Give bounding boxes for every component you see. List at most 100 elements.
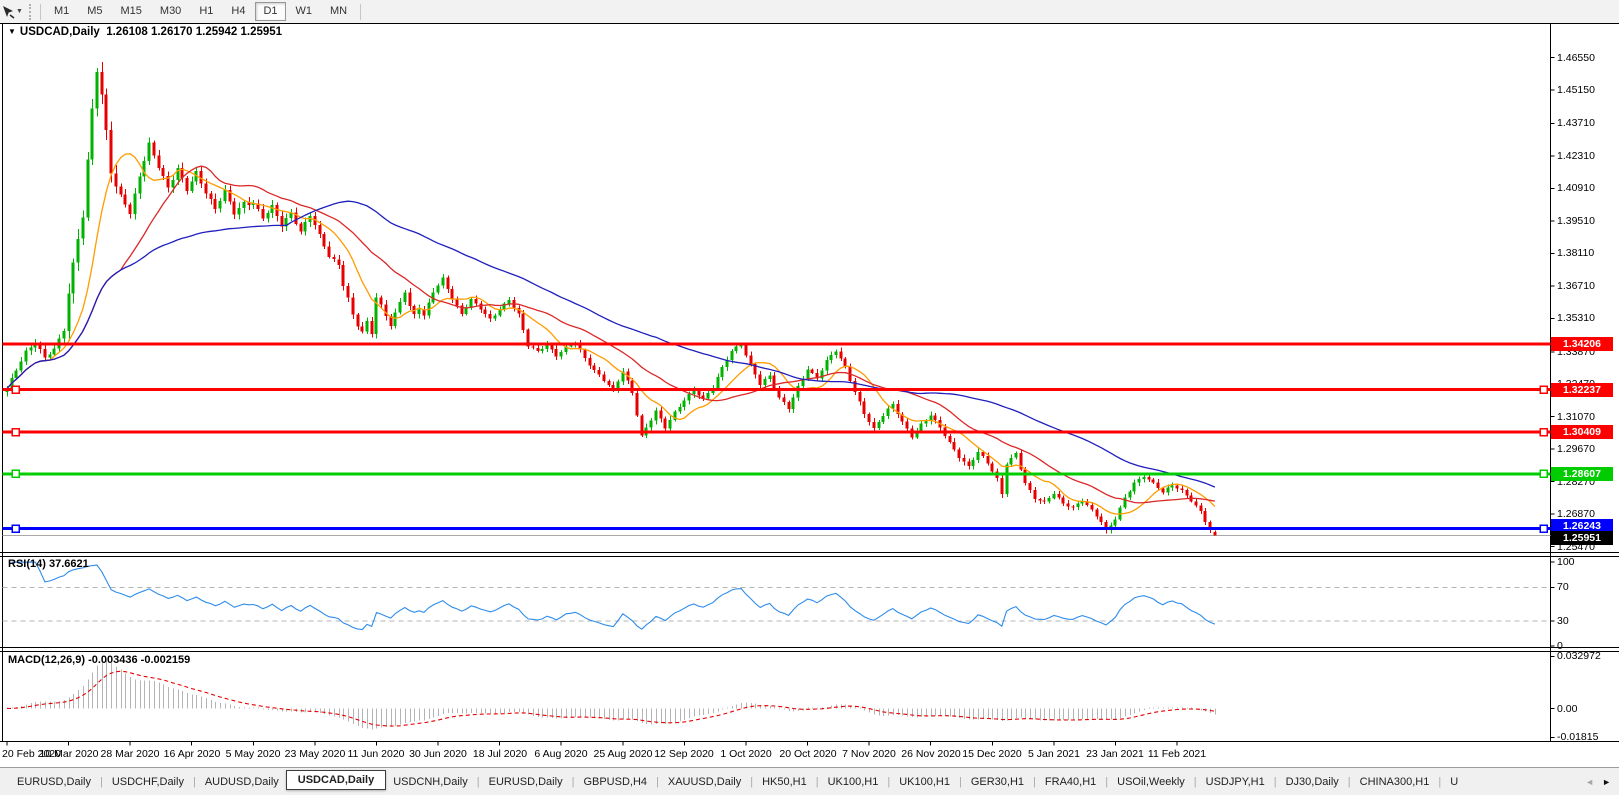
tab-separator: | — [750, 776, 753, 788]
price-axis-label: 1.39510 — [1557, 215, 1595, 227]
chart-ohlc-values: 1.26108 1.26170 1.25942 1.25951 — [106, 26, 282, 38]
tab-separator: | — [572, 776, 575, 788]
price-level-badge: 1.32237 — [1551, 383, 1613, 397]
date-label: 16 Apr 2020 — [164, 748, 221, 760]
macd-label: MACD(12,26,9) -0.003436 -0.002159 — [8, 654, 190, 666]
chart-symbol-label: USDCAD,Daily — [20, 26, 100, 38]
current-price-badge: 1.25951 — [1551, 531, 1613, 545]
tab-item[interactable]: XAUUSD,Daily — [661, 772, 748, 792]
tab-item[interactable]: USOil,Weekly — [1110, 772, 1192, 792]
tab-separator: | — [1194, 776, 1197, 788]
date-label: 7 Nov 2020 — [842, 748, 896, 760]
date-label: 18 Jul 2020 — [473, 748, 527, 760]
tab-separator: | — [1033, 776, 1036, 788]
macd-axis-label: 0.00 — [1557, 703, 1577, 715]
timeframe-m5[interactable]: M5 — [79, 2, 110, 21]
tab-separator: | — [1274, 776, 1277, 788]
tab-item[interactable]: U — [1443, 772, 1465, 792]
mt4-window: ▼ M1 M5 M15 M30 H1 H4 D1 W1 MN ▼ USDCAD,D… — [0, 0, 1619, 795]
tab-item[interactable]: AUDUSD,Daily — [198, 772, 286, 792]
tab-separator: | — [959, 776, 962, 788]
date-label: 11 Feb 2021 — [1148, 748, 1206, 760]
price-axis-label: 1.45150 — [1557, 84, 1595, 96]
tab-scroll-arrows: ◄ ► — [1579, 768, 1619, 795]
date-label: 30 Jun 2020 — [409, 748, 467, 760]
date-label: 15 Dec 2020 — [962, 748, 1022, 760]
tab-scroll-right-icon[interactable]: ► — [1602, 777, 1611, 787]
symbol-tabbar: EURUSD,Daily|USDCHF,Daily|AUDUSD,DailyUS… — [0, 767, 1619, 795]
tab-separator: | — [100, 776, 103, 788]
tab-separator: | — [193, 776, 196, 788]
tab-separator: | — [1105, 776, 1108, 788]
toolbar-grip[interactable] — [29, 4, 31, 20]
date-label: 20 Oct 2020 — [779, 748, 836, 760]
tab-item[interactable]: USDCNH,Daily — [386, 772, 475, 792]
tab-separator: | — [816, 776, 819, 788]
price-level-badge: 1.30409 — [1551, 425, 1613, 439]
price-axis-label: 1.31070 — [1557, 411, 1595, 423]
tab-item[interactable]: EURUSD,Daily — [482, 772, 570, 792]
chart-title: ▼ USDCAD,Daily 1.26108 1.26170 1.25942 1.… — [8, 26, 282, 38]
cursor-tool-icon[interactable] — [1, 5, 15, 19]
tab-item[interactable]: CHINA300,H1 — [1353, 772, 1437, 792]
chart-title-caret-icon: ▼ — [8, 27, 16, 36]
price-axis-label: 1.35310 — [1557, 312, 1595, 324]
tab-item-active[interactable]: USDCAD,Daily — [286, 770, 386, 790]
rsi-axis-label: 100 — [1557, 556, 1575, 568]
timeframe-m1[interactable]: M1 — [46, 2, 77, 21]
date-label: 1 Oct 2020 — [720, 748, 771, 760]
rsi-axis-label: 30 — [1557, 615, 1569, 627]
tab-item[interactable]: USDJPY,H1 — [1199, 772, 1272, 792]
toolbar-separator — [40, 4, 41, 20]
timeframe-w1[interactable]: W1 — [288, 2, 321, 21]
date-label: 5 May 2020 — [226, 748, 281, 760]
timeframe-m30[interactable]: M30 — [152, 2, 189, 21]
macd-axis-label: -0.01815 — [1557, 731, 1598, 743]
tab-item[interactable]: UK100,H1 — [892, 772, 957, 792]
timeframe-d1[interactable]: D1 — [255, 2, 285, 21]
cursor-glyph — [1, 5, 15, 19]
date-label: 11 Jun 2020 — [347, 748, 404, 760]
price-level-badge: 1.34206 — [1551, 337, 1613, 351]
date-label: 23 May 2020 — [285, 748, 346, 760]
toolbar-separator — [360, 4, 361, 20]
price-axis-label: 1.43710 — [1557, 117, 1595, 129]
price-axis-label: 1.36710 — [1557, 280, 1595, 292]
date-label: 10 Mar 2020 — [40, 748, 99, 760]
rsi-label: RSI(14) 37.6621 — [8, 558, 89, 570]
toolbar-dropdown-caret-icon[interactable]: ▼ — [16, 8, 23, 15]
top-toolbar: ▼ M1 M5 M15 M30 H1 H4 D1 W1 MN — [0, 0, 1619, 23]
tab-item[interactable]: HK50,H1 — [755, 772, 814, 792]
tab-separator: | — [1348, 776, 1351, 788]
tab-item[interactable]: UK100,H1 — [821, 772, 886, 792]
tab-separator: | — [477, 776, 480, 788]
price-axis-label: 1.29670 — [1557, 443, 1595, 455]
timeframe-h1[interactable]: H1 — [191, 2, 221, 21]
tab-item[interactable]: GBPUSD,H4 — [576, 772, 654, 792]
tab-item[interactable]: USDCHF,Daily — [105, 772, 191, 792]
tab-separator: | — [1438, 776, 1441, 788]
date-label: 25 Aug 2020 — [594, 748, 653, 760]
date-label: 23 Jan 2021 — [1086, 748, 1144, 760]
price-axis-label: 1.46550 — [1557, 52, 1595, 64]
date-label: 6 Aug 2020 — [534, 748, 587, 760]
tab-separator: | — [887, 776, 890, 788]
date-label: 5 Jan 2021 — [1028, 748, 1080, 760]
date-label: 12 Sep 2020 — [654, 748, 714, 760]
tab-separator: | — [656, 776, 659, 788]
tab-item[interactable]: FRA40,H1 — [1038, 772, 1103, 792]
tab-item[interactable]: GER30,H1 — [964, 772, 1031, 792]
price-axis-label: 1.40910 — [1557, 182, 1595, 194]
date-label: 28 Mar 2020 — [101, 748, 160, 760]
date-label: 26 Nov 2020 — [901, 748, 961, 760]
tab-item[interactable]: EURUSD,Daily — [10, 772, 98, 792]
price-axis-label: 1.38110 — [1557, 247, 1594, 259]
macd-axis-label: 0.032972 — [1557, 650, 1601, 662]
timeframe-m15[interactable]: M15 — [113, 2, 150, 21]
tab-scroll-left-icon[interactable]: ◄ — [1585, 777, 1594, 787]
price-level-badge: 1.28607 — [1551, 467, 1613, 481]
timeframe-h4[interactable]: H4 — [223, 2, 253, 21]
tab-item[interactable]: DJ30,Daily — [1279, 772, 1346, 792]
chart-canvas[interactable] — [0, 0, 1619, 795]
timeframe-mn[interactable]: MN — [322, 2, 355, 21]
